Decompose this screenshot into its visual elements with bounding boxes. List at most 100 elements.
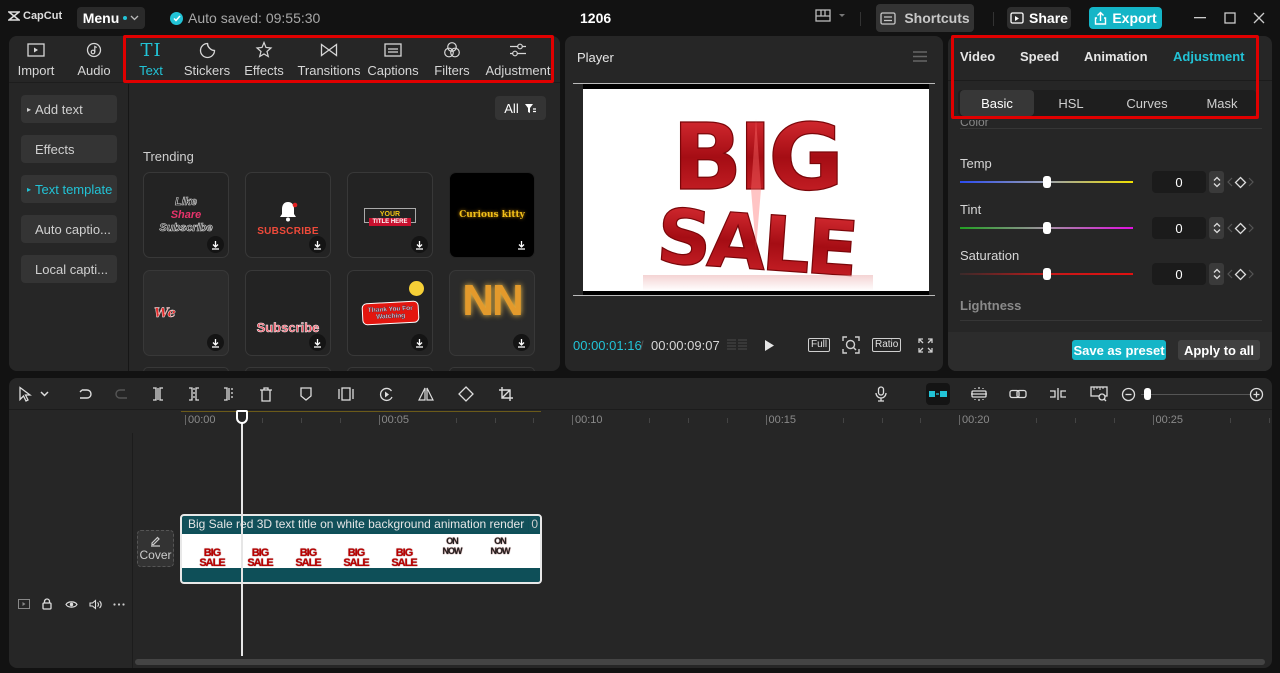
main-track-magnet-icon[interactable] xyxy=(926,383,950,405)
download-icon[interactable] xyxy=(207,334,224,351)
tab-stickers[interactable]: Stickers xyxy=(184,40,230,80)
template-tile[interactable]: Curious kitty xyxy=(449,172,535,258)
download-icon[interactable] xyxy=(411,236,428,253)
tab-effects[interactable]: Effects xyxy=(244,40,284,80)
maximize-button[interactable] xyxy=(1221,9,1239,27)
eye-icon[interactable] xyxy=(64,597,78,611)
prev-keyframe-icon[interactable] xyxy=(1227,269,1233,279)
delete-left-icon[interactable] xyxy=(185,385,203,403)
next-keyframe-icon[interactable] xyxy=(1248,269,1254,279)
download-icon[interactable] xyxy=(513,236,530,253)
timeline-zoom-slider[interactable] xyxy=(1141,394,1251,395)
play-button[interactable] xyxy=(764,336,775,354)
rotate-icon[interactable] xyxy=(457,385,475,403)
microphone-icon[interactable] xyxy=(872,385,890,403)
next-keyframe-icon[interactable] xyxy=(1248,223,1254,233)
lock-icon[interactable] xyxy=(40,597,54,611)
tab-speed[interactable]: Speed xyxy=(1020,49,1059,64)
subtab-mask[interactable]: Mask xyxy=(1185,90,1259,116)
zoom-preview-icon[interactable] xyxy=(842,336,860,354)
ratio-button[interactable]: Ratio xyxy=(872,336,902,354)
slider-handle[interactable] xyxy=(1042,176,1051,188)
hamburger-menu-icon[interactable] xyxy=(913,51,927,62)
slider-handle[interactable] xyxy=(1042,222,1051,234)
template-tile[interactable] xyxy=(347,367,433,371)
tab-filters[interactable]: Filters xyxy=(432,40,472,80)
zoom-out-icon[interactable] xyxy=(1119,385,1137,403)
template-tile[interactable]: Like Share Subscribe xyxy=(143,172,229,258)
share-button[interactable]: Share xyxy=(1007,7,1071,29)
select-tool-icon[interactable] xyxy=(16,385,34,403)
playhead-handle[interactable] xyxy=(236,410,248,424)
sidebar-item-add-text[interactable]: ▸ Add text xyxy=(21,95,117,123)
more-options-icon[interactable] xyxy=(112,597,126,611)
tab-adjustment[interactable]: Adjustment xyxy=(484,40,552,80)
layout-button[interactable] xyxy=(815,9,846,22)
prev-keyframe-icon[interactable] xyxy=(1227,223,1233,233)
tab-transitions[interactable]: Transitions xyxy=(297,40,361,80)
download-icon[interactable] xyxy=(513,334,530,351)
tab-audio[interactable]: Audio xyxy=(75,40,113,80)
video-preview[interactable]: BIG SALE xyxy=(573,78,935,300)
template-tile[interactable] xyxy=(449,367,535,371)
sidebar-item-auto-captions[interactable]: Auto captio... xyxy=(21,215,117,243)
freeze-icon[interactable] xyxy=(337,385,355,403)
sidebar-item-text-template[interactable]: ▸ Text template xyxy=(21,175,117,203)
template-tile[interactable]: Thank You For Watching xyxy=(347,270,433,356)
stepper-icon[interactable] xyxy=(1209,217,1224,239)
full-quality-button[interactable]: Full xyxy=(808,336,831,354)
template-tile[interactable]: Subscribe xyxy=(245,270,331,356)
tint-value-input[interactable]: 0 xyxy=(1152,217,1206,239)
keyframe-diamond-icon[interactable] xyxy=(1234,222,1247,235)
subtab-basic[interactable]: Basic xyxy=(960,90,1034,116)
delete-icon[interactable] xyxy=(257,385,275,403)
reverse-icon[interactable] xyxy=(377,385,395,403)
auto-snap-icon[interactable] xyxy=(970,385,988,403)
temp-value-input[interactable]: 0 xyxy=(1152,171,1206,193)
shortcuts-button[interactable]: Shortcuts xyxy=(876,4,974,32)
timeline-ruler[interactable]: 00:00 00:05 00:10 00:15 00:20 00:25 xyxy=(9,411,1272,433)
fullscreen-icon[interactable] xyxy=(918,336,933,354)
playhead[interactable] xyxy=(241,410,243,656)
mirror-icon[interactable] xyxy=(417,385,435,403)
menu-button[interactable]: Menu xyxy=(77,7,145,29)
save-as-preset-button[interactable]: Save as preset xyxy=(1072,340,1166,360)
tab-text[interactable]: TI Text xyxy=(133,40,169,80)
next-keyframe-icon[interactable] xyxy=(1248,177,1254,187)
delete-right-icon[interactable] xyxy=(220,385,238,403)
download-icon[interactable] xyxy=(309,236,326,253)
speaker-icon[interactable] xyxy=(88,597,102,611)
crop-icon[interactable] xyxy=(497,385,515,403)
zoom-slider-handle[interactable] xyxy=(1143,388,1151,400)
cover-button[interactable]: Cover xyxy=(137,530,174,567)
sidebar-item-local-captions[interactable]: Local capti... xyxy=(21,255,117,283)
zoom-to-fit-icon[interactable] xyxy=(1090,385,1108,403)
stepper-icon[interactable] xyxy=(1209,171,1224,193)
template-tile[interactable]: YOUR TITLE HERE xyxy=(347,172,433,258)
download-icon[interactable] xyxy=(309,334,326,351)
download-icon[interactable] xyxy=(207,236,224,253)
redo-icon[interactable] xyxy=(113,385,131,403)
template-tile[interactable]: NN xyxy=(449,270,535,356)
marker-icon[interactable] xyxy=(297,385,315,403)
chevron-down-icon[interactable] xyxy=(39,385,49,403)
undo-icon[interactable] xyxy=(76,385,94,403)
horizontal-scrollbar[interactable] xyxy=(135,659,1265,665)
template-tile[interactable]: SUBSCRIBE xyxy=(245,172,331,258)
slider-handle[interactable] xyxy=(1042,268,1051,280)
zoom-in-icon[interactable] xyxy=(1247,385,1265,403)
link-icon[interactable] xyxy=(1009,385,1027,403)
subtab-curves[interactable]: Curves xyxy=(1110,90,1184,116)
preview-axis-icon[interactable] xyxy=(1049,385,1067,403)
video-clip[interactable]: Big Sale red 3D text title on white back… xyxy=(180,514,542,584)
sidebar-item-effects[interactable]: Effects xyxy=(21,135,117,163)
subtab-hsl[interactable]: HSL xyxy=(1034,90,1108,116)
stepper-icon[interactable] xyxy=(1209,263,1224,285)
template-tile[interactable] xyxy=(143,367,229,371)
saturation-value-input[interactable]: 0 xyxy=(1152,263,1206,285)
waveform-icon[interactable] xyxy=(726,336,748,354)
template-tile[interactable]: We xyxy=(143,270,229,356)
tab-import[interactable]: Import xyxy=(16,40,56,80)
apply-to-all-button[interactable]: Apply to all xyxy=(1178,340,1260,360)
tab-video[interactable]: Video xyxy=(960,49,995,64)
